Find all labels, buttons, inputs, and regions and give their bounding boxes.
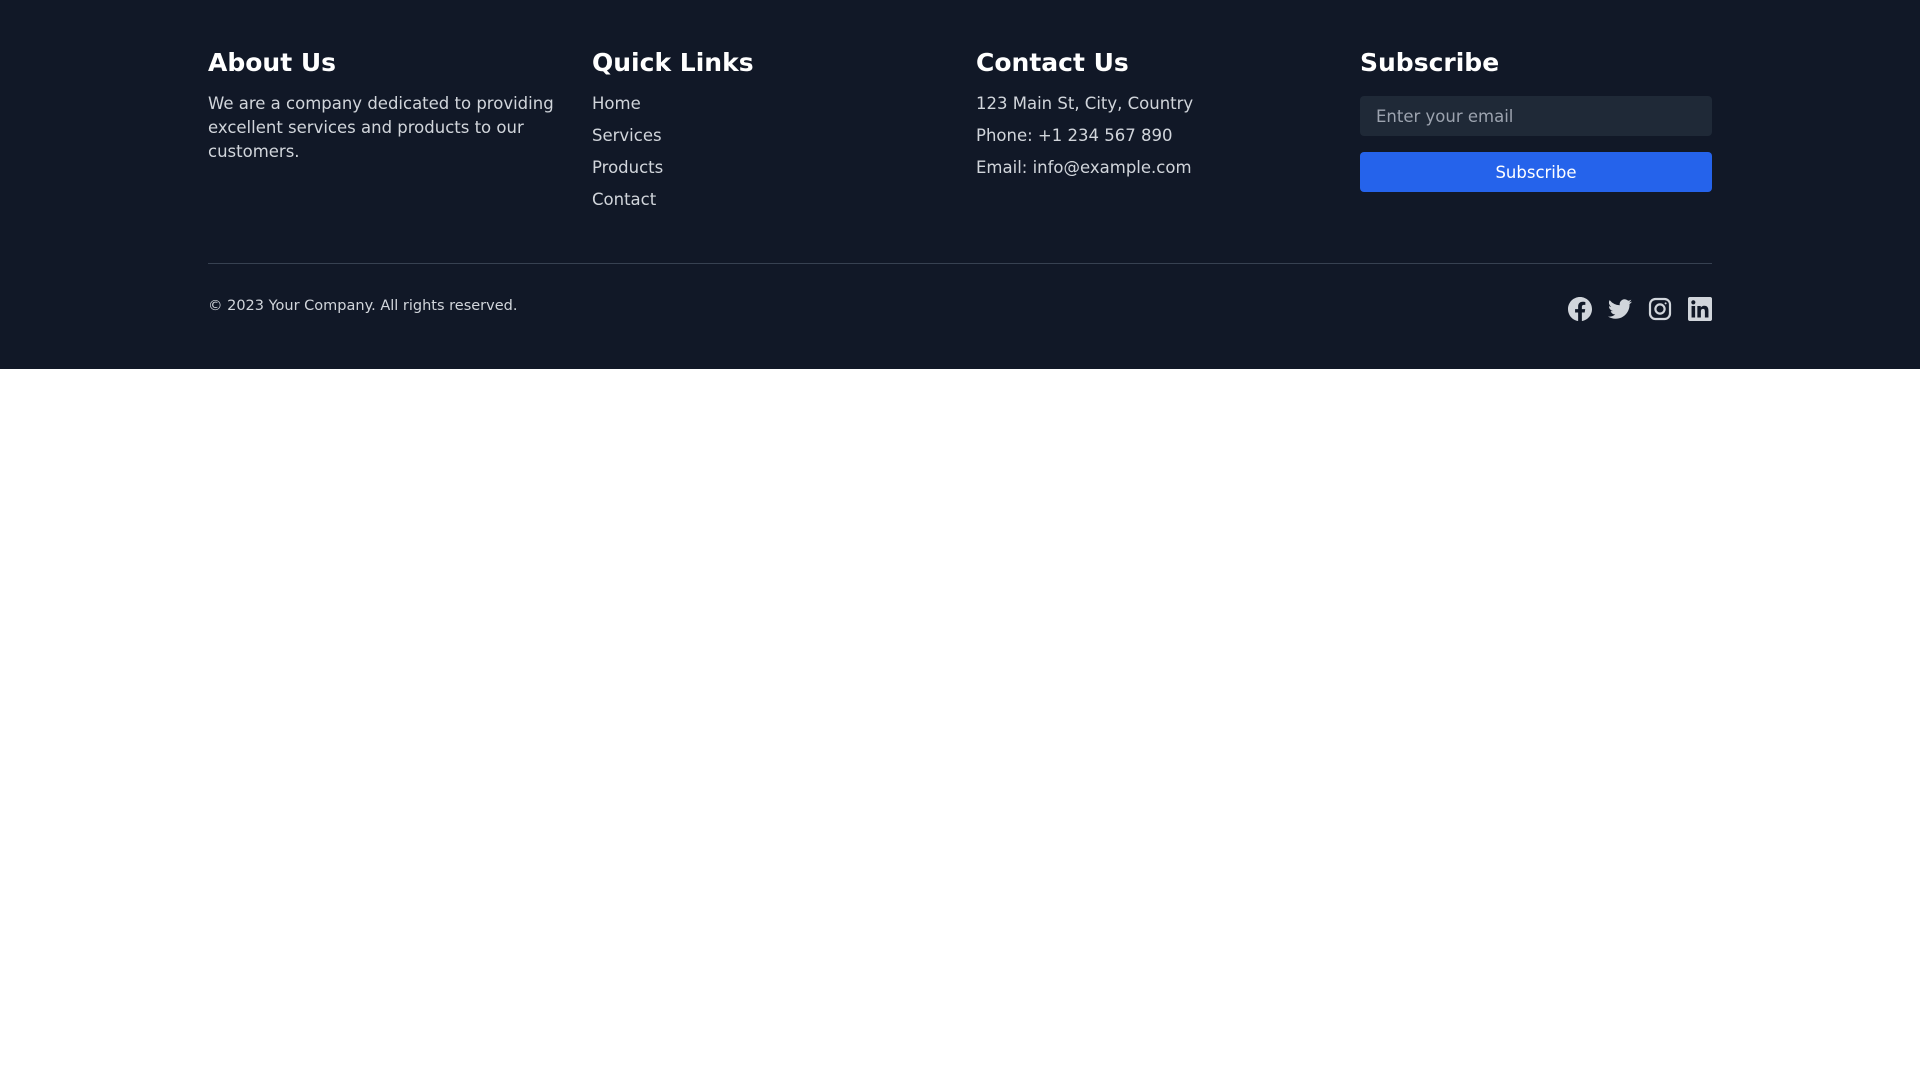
quick-links-list: Home Services Products Contact — [592, 92, 942, 220]
footer-divider — [208, 263, 1712, 264]
contact-phone: Phone: +1 234 567 890 — [976, 126, 1173, 145]
contact-list: 123 Main St, City, Country Phone: +1 234… — [976, 92, 1326, 188]
list-item: Products — [592, 156, 942, 188]
about-section: About Us We are a company dedicated to p… — [208, 48, 558, 164]
site-footer: About Us We are a company dedicated to p… — [0, 0, 1920, 369]
contact-address: 123 Main St, City, Country — [976, 94, 1194, 113]
quick-links-section: Quick Links Home Services Products Conta… — [592, 48, 942, 220]
link-services[interactable]: Services — [592, 126, 662, 145]
link-contact[interactable]: Contact — [592, 190, 656, 209]
list-item: Contact — [592, 188, 942, 220]
copyright-text: © 2023 Your Company. All rights reserved… — [208, 298, 518, 314]
contact-email: Email: info@example.com — [976, 158, 1192, 177]
about-heading: About Us — [208, 48, 337, 77]
footer-inner: About Us We are a company dedicated to p… — [208, 0, 1712, 369]
linkedin-icon[interactable] — [1688, 297, 1712, 321]
subscribe-heading: Subscribe — [1360, 48, 1500, 77]
link-products[interactable]: Products — [592, 158, 663, 177]
contact-section: Contact Us 123 Main St, City, Country Ph… — [976, 48, 1326, 188]
list-item: Home — [592, 92, 942, 124]
email-input[interactable] — [1360, 96, 1712, 136]
social-links — [1568, 297, 1712, 321]
subscribe-section: Subscribe Subscribe — [1360, 48, 1712, 192]
contact-heading: Contact Us — [976, 48, 1129, 77]
twitter-icon[interactable] — [1608, 297, 1632, 321]
facebook-icon[interactable] — [1568, 297, 1592, 321]
quick-links-heading: Quick Links — [592, 48, 754, 77]
subscribe-button[interactable]: Subscribe — [1360, 152, 1712, 192]
instagram-icon[interactable] — [1648, 297, 1672, 321]
about-text: We are a company dedicated to providing … — [208, 94, 554, 161]
link-home[interactable]: Home — [592, 94, 641, 113]
list-item: Services — [592, 124, 942, 156]
